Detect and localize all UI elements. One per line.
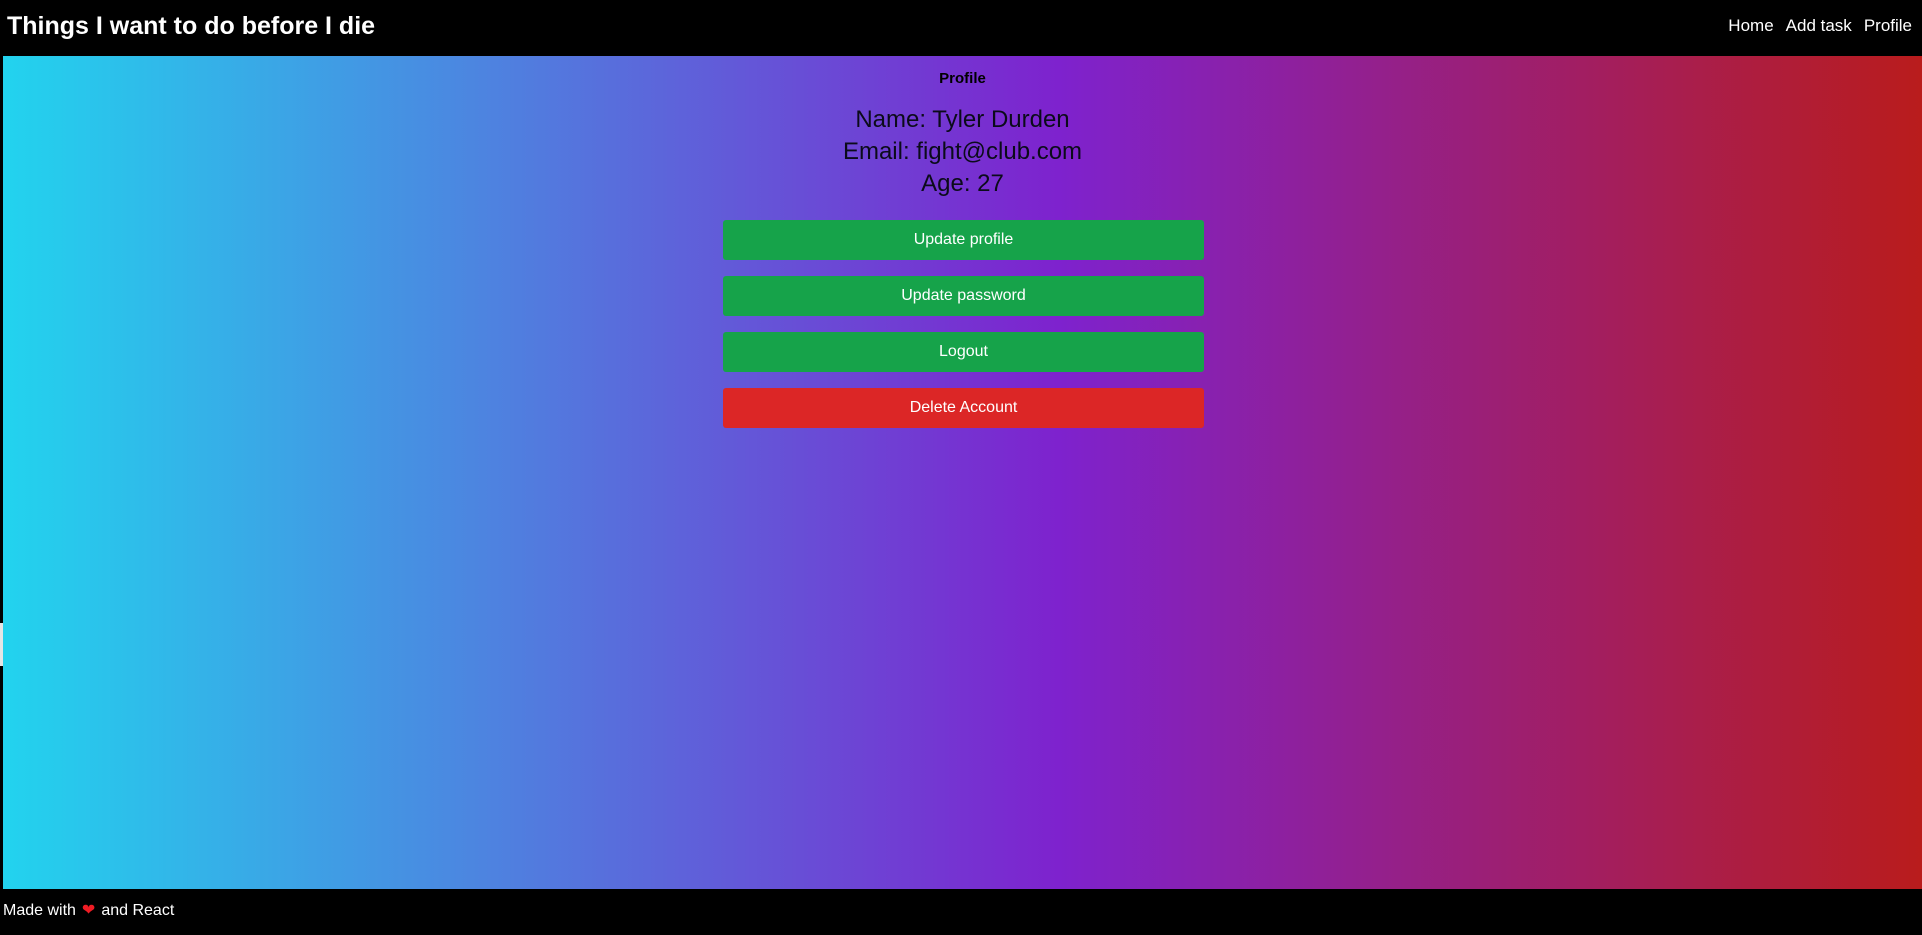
update-password-button[interactable]: Update password (723, 276, 1204, 316)
footer-and-react: and React (101, 902, 175, 919)
nav-link-add-task[interactable]: Add task (1786, 16, 1852, 36)
page-title: Profile (939, 70, 986, 87)
profile-email: Email: fight@club.com (842, 138, 1083, 165)
footer-made-with: Made with (3, 902, 76, 919)
logout-button[interactable]: Logout (723, 332, 1204, 372)
profile-name: Name: Tyler Durden (855, 106, 1070, 133)
profile-age: Age: 27 (921, 170, 1004, 197)
top-navbar: Things I want to do before I die Home Ad… (0, 0, 1922, 56)
profile-page: Profile Name: Tyler Durden Email: fight@… (3, 56, 1922, 889)
footer-credit: Made with ❤ and React (3, 902, 174, 920)
main-nav: Home Add task Profile (1728, 16, 1912, 36)
update-profile-button[interactable]: Update profile (723, 220, 1204, 260)
nav-link-profile[interactable]: Profile (1864, 16, 1912, 36)
nav-link-home[interactable]: Home (1728, 16, 1773, 36)
footer: Made with ❤ and React (0, 889, 1922, 935)
heart-icon: ❤ (81, 902, 96, 919)
app-title: Things I want to do before I die (7, 12, 376, 40)
delete-account-button[interactable]: Delete Account (723, 388, 1204, 428)
